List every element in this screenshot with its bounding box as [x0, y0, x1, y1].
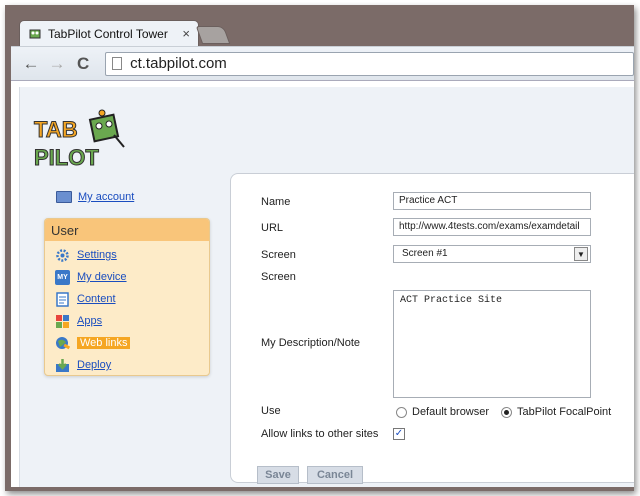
screen-label: Screen: [261, 249, 296, 261]
my-account-link[interactable]: My account: [56, 191, 134, 203]
url-field[interactable]: http://www.4tests.com/exams/examdetail: [393, 218, 591, 236]
sidebar-item-content[interactable]: Content: [45, 288, 209, 310]
use-radio-group: Default browser TabPilot FocalPoint: [396, 406, 623, 418]
browser-window: TabPilot Control Tower × ← → C ct.tabpil…: [5, 5, 634, 491]
page-content: TAB PILOT My account User Settings MY My…: [19, 87, 634, 487]
reload-icon[interactable]: C: [73, 53, 93, 75]
name-label: Name: [261, 196, 291, 208]
radio-default-browser[interactable]: [396, 406, 407, 418]
tabpilot-favicon-icon: [29, 29, 41, 38]
forward-arrow-icon[interactable]: →: [47, 53, 67, 75]
sidebar-item-settings[interactable]: Settings: [45, 244, 209, 266]
tab-title: TabPilot Control Tower: [48, 26, 168, 41]
device-icon: MY: [55, 269, 70, 285]
page-icon: [112, 57, 123, 70]
content-icon: [56, 291, 69, 307]
user-menu: User Settings MY My device Content Apps …: [44, 218, 210, 376]
browser-tab[interactable]: TabPilot Control Tower ×: [19, 20, 199, 46]
sidebar-item-my-device[interactable]: MY My device: [45, 266, 209, 288]
sidebar-item-label[interactable]: Web links: [77, 337, 131, 349]
web-links-icon: [56, 336, 70, 349]
sidebar-item-apps[interactable]: Apps: [45, 310, 209, 332]
tab-close-icon[interactable]: ×: [182, 26, 190, 41]
user-menu-title: User: [45, 219, 209, 241]
allow-links-checkbox[interactable]: ✓: [393, 428, 405, 440]
use-label: Use: [261, 405, 281, 417]
account-card-icon: [56, 191, 72, 203]
web-link-form: Name Practice ACT URL http://www.4tests.…: [230, 173, 634, 484]
sidebar-item-label[interactable]: Deploy: [77, 359, 111, 371]
sidebar-item-label[interactable]: Content: [77, 293, 116, 305]
sidebar-item-label[interactable]: Settings: [77, 249, 117, 261]
back-arrow-icon[interactable]: ←: [21, 53, 41, 75]
address-bar[interactable]: ct.tabpilot.com: [105, 51, 634, 76]
logo-line1: TAB: [34, 117, 78, 142]
logo-line2: PILOT: [34, 145, 99, 170]
new-tab-button[interactable]: [195, 26, 231, 44]
description-label: My Description/Note: [261, 337, 361, 349]
sidebar-item-label[interactable]: My device: [77, 271, 127, 283]
page-viewport: TAB PILOT My account User Settings MY My…: [11, 80, 634, 487]
cancel-button[interactable]: Cancel: [307, 466, 363, 484]
sidebar-item-web-links[interactable]: Web links: [45, 332, 209, 354]
screen-select[interactable]: Screen #1 ▼: [393, 245, 591, 263]
my-account-label[interactable]: My account: [78, 191, 134, 203]
url-text: ct.tabpilot.com: [130, 55, 227, 72]
description-textarea[interactable]: ACT Practice Site: [393, 290, 591, 398]
chevron-down-icon[interactable]: ▼: [574, 247, 588, 261]
screen-select-value: Screen #1: [402, 248, 448, 259]
save-button[interactable]: Save: [257, 466, 299, 484]
sidebar-item-deploy[interactable]: Deploy: [45, 354, 209, 376]
screen-label-secondary: Screen: [261, 271, 296, 283]
deploy-icon: [56, 358, 69, 372]
sidebar-item-label[interactable]: Apps: [77, 315, 102, 327]
radio-default-browser-label: Default browser: [412, 406, 490, 418]
radio-tabpilot-focalpoint-label: TabPilot FocalPoint: [517, 406, 612, 418]
apps-icon: [56, 314, 69, 328]
gear-icon: [56, 248, 69, 262]
url-label: URL: [261, 222, 284, 234]
name-field[interactable]: Practice ACT: [393, 192, 591, 210]
browser-toolbar: ← → C ct.tabpilot.com: [11, 46, 634, 80]
tabpilot-logo: TAB PILOT: [34, 109, 125, 171]
browser-chrome: TabPilot Control Tower × ← → C ct.tabpil…: [11, 17, 634, 487]
allow-links-label: Allow links to other sites: [261, 428, 379, 440]
radio-tabpilot-focalpoint[interactable]: [501, 406, 513, 418]
